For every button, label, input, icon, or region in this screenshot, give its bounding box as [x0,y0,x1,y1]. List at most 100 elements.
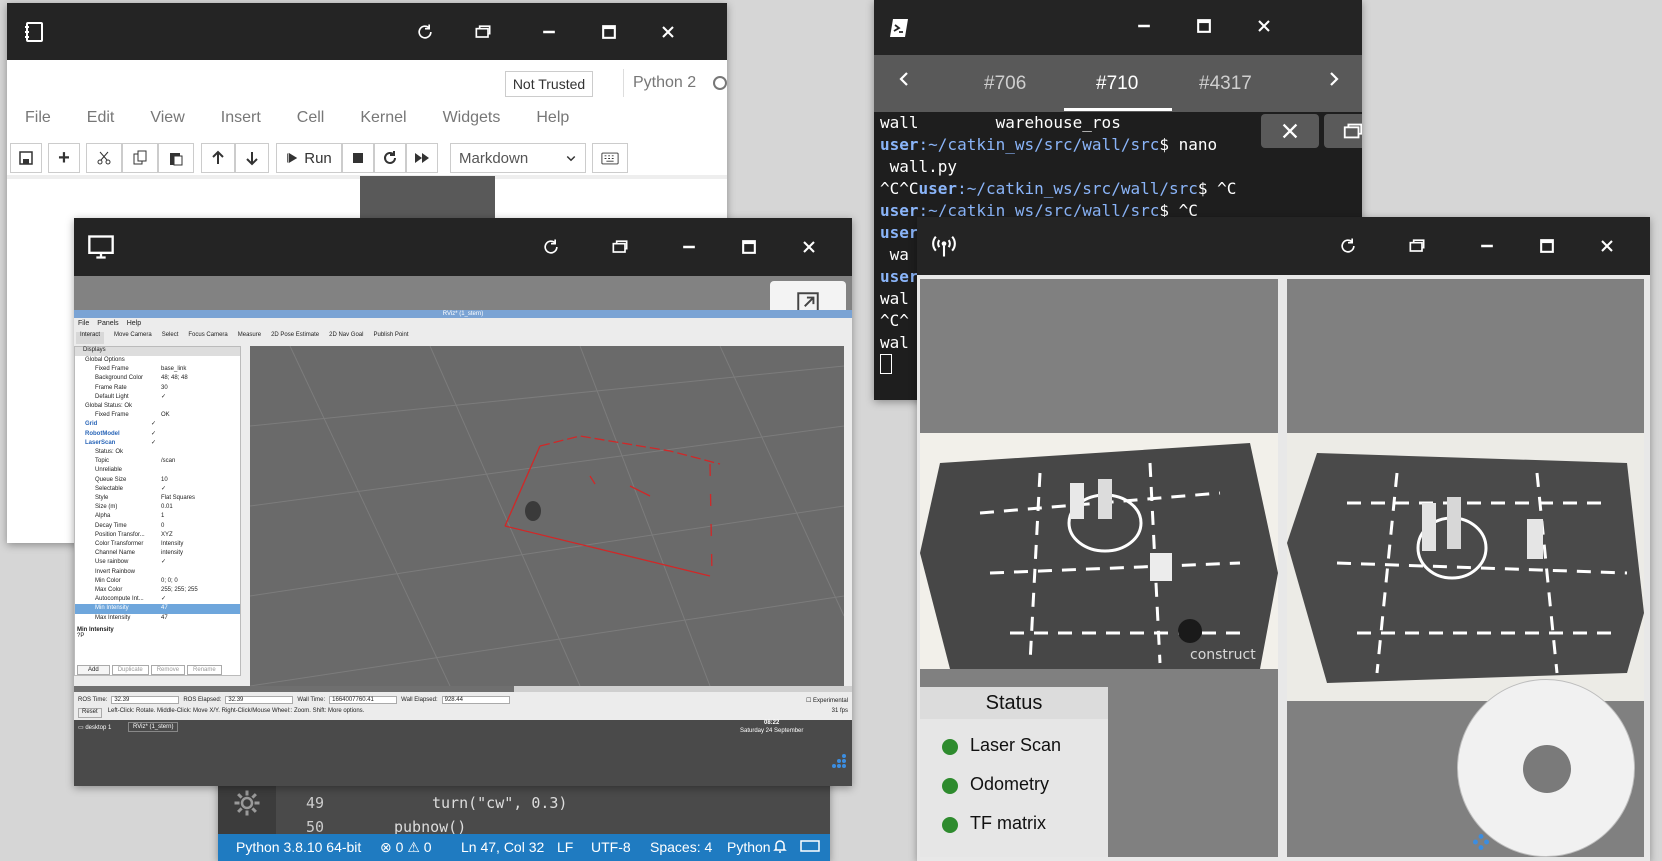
tool-2d-nav[interactable]: 2D Nav Goal [329,332,363,344]
duplicate-display-button[interactable]: Duplicate [111,665,149,675]
restore-icon[interactable] [465,14,501,50]
move-down-button[interactable] [235,143,269,173]
gear-icon[interactable] [232,788,262,823]
restart-button[interactable] [374,143,406,173]
joystick-knob[interactable] [1523,745,1571,793]
run-button[interactable]: Run [276,143,342,173]
resize-grip-icon[interactable] [1471,832,1491,857]
maximize-icon[interactable] [1186,8,1222,44]
rviz-menu-file[interactable]: File [78,320,89,330]
maximize-icon[interactable] [591,14,627,50]
resize-grip-icon[interactable] [830,752,848,772]
language-indicator[interactable]: Python [727,839,771,855]
tab-710[interactable]: #710 [1096,73,1138,95]
save-button[interactable] [10,143,42,173]
display-tree-row[interactable]: Min Intensity 47 [75,604,240,614]
close-icon[interactable] [791,229,827,265]
encoding-indicator[interactable]: UTF-8 [591,839,631,855]
taskbar-desktop[interactable]: ▭ desktop 1 [78,724,111,731]
display-tree-row[interactable]: Size (m) 0.01 [75,503,240,512]
display-tree-row[interactable]: Invert Rainbow [75,568,240,577]
maximize-icon[interactable] [1529,228,1565,264]
trust-badge[interactable]: Not Trusted [505,71,593,97]
display-tree-row[interactable]: Position Transfor... XYZ [75,531,240,540]
rviz-menu-panels[interactable]: Panels [97,320,118,330]
display-tree-row[interactable]: Min Color 0; 0; 0 [75,577,240,586]
refresh-icon[interactable] [533,229,569,265]
menu-cell[interactable]: Cell [279,103,343,135]
maximize-icon[interactable] [731,229,767,265]
code-line[interactable]: turn("cw", 0.3) [432,794,567,812]
reset-button[interactable]: Reset [78,708,102,718]
minimize-icon[interactable] [1126,8,1162,44]
tabs-next-icon[interactable] [1326,69,1342,95]
display-tree-row[interactable]: Alpha 1 [75,512,240,521]
minimize-icon[interactable] [531,14,567,50]
tool-measure[interactable]: Measure [238,332,261,344]
display-tree-row[interactable]: LaserScan ✓ [75,439,240,448]
cursor-position[interactable]: Ln 47, Col 32 [461,839,544,855]
tool-select[interactable]: Select [162,332,179,344]
tool-move-camera[interactable]: Move Camera [114,332,152,344]
menu-help[interactable]: Help [518,103,587,135]
menu-edit[interactable]: Edit [69,103,133,135]
restore-icon[interactable] [1399,228,1435,264]
display-tree-row[interactable]: Default Light ✓ [75,393,240,402]
restore-icon[interactable] [602,229,638,265]
add-display-button[interactable]: Add [77,665,110,675]
insert-cell-button[interactable]: + [48,143,80,173]
menu-widgets[interactable]: Widgets [425,103,519,135]
display-tree-row[interactable]: Channel Name intensity [75,549,240,558]
displays-tree[interactable]: Global Options Fixed Frame base_link Backgr… [75,356,240,623]
move-up-button[interactable] [201,143,235,173]
tool-2d-pose[interactable]: 2D Pose Estimate [271,332,319,344]
display-tree-row[interactable]: Topic/scan [75,457,240,466]
display-tree-row[interactable]: Frame Rate 30 [75,384,240,393]
minimize-icon[interactable] [1469,228,1505,264]
cut-button[interactable] [86,143,122,173]
paste-button[interactable] [158,143,194,173]
display-tree-row[interactable]: Global Options [75,356,240,365]
rviz-h-scroll[interactable] [74,686,852,692]
terminal-close-tab-icon[interactable] [1261,114,1319,148]
indent-indicator[interactable]: Spaces: 4 [650,839,712,855]
display-tree-row[interactable]: Decay Time 0 [75,522,240,531]
display-tree-row[interactable]: Max Intensity 47 [75,614,240,623]
tab-706[interactable]: #706 [984,73,1026,95]
rename-display-button[interactable]: Rename [187,665,222,675]
display-tree-row[interactable]: Style Flat Squares [75,494,240,503]
keyboard-button[interactable] [592,143,628,173]
eol-indicator[interactable]: LF [557,839,573,855]
display-tree-row[interactable]: Selectable ✓ [75,485,240,494]
tabs-prev-icon[interactable] [896,69,912,95]
menu-view[interactable]: View [132,103,202,135]
display-tree-row[interactable]: Global Status: Ok [75,402,240,411]
close-icon[interactable] [650,14,686,50]
display-tree-row[interactable]: Autocompute Int... ✓ [75,595,240,604]
fast-forward-button[interactable] [406,143,438,173]
refresh-icon[interactable] [407,14,443,50]
rviz-menu-help[interactable]: Help [127,320,141,330]
experimental-checkbox[interactable]: ☐ Experimental [806,697,848,704]
taskbar-rviz[interactable]: RViz* (1_stern) [128,722,179,732]
joystick[interactable] [1457,679,1635,857]
remove-display-button[interactable]: Remove [150,665,186,675]
bell-icon[interactable] [772,838,788,857]
tool-publish-point[interactable]: Publish Point [373,332,408,344]
display-tree-row[interactable]: Grid ✓ [75,420,240,429]
display-tree-row[interactable]: Unreliable [75,466,240,475]
problems-indicator[interactable]: ⊗ 0 ⚠ 0 [380,839,432,856]
stop-button[interactable] [342,143,374,173]
display-tree-row[interactable]: Use rainbow ✓ [75,558,240,567]
minimize-icon[interactable] [671,229,707,265]
menu-kernel[interactable]: Kernel [342,103,424,135]
rviz-3d-view[interactable] [250,346,844,686]
copy-button[interactable] [122,143,158,173]
refresh-icon[interactable] [1330,228,1366,264]
remote-icon[interactable] [800,838,820,857]
display-tree-row[interactable]: Max Color 255; 255; 255 [75,586,240,595]
display-tree-row[interactable]: Fixed Frame base_link [75,365,240,374]
close-icon[interactable] [1589,228,1625,264]
python-interpreter[interactable]: Python 3.8.10 64-bit [236,839,361,855]
display-tree-row[interactable]: Color Transformer Intensity [75,540,240,549]
